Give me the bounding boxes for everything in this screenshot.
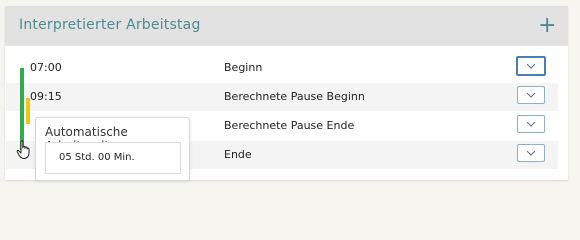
entry-label: Berechnete Pause Ende — [224, 119, 355, 132]
work-time-bar[interactable] — [20, 68, 24, 150]
entry-dropdown-button[interactable] — [517, 144, 545, 162]
entry-time: 09:15 — [30, 90, 62, 103]
add-entry-button[interactable]: + — [538, 12, 556, 40]
entry-label: Ende — [224, 148, 252, 161]
entry-label: Berechnete Pause Beginn — [224, 90, 365, 103]
plus-icon: + — [538, 13, 557, 38]
chevron-down-icon — [526, 147, 536, 156]
chevron-down-icon — [526, 89, 536, 98]
entry-dropdown-button[interactable] — [516, 56, 546, 76]
entry-row-pause-start: 09:15 Berechnete Pause Beginn — [6, 83, 558, 111]
chevron-down-icon — [526, 60, 536, 69]
tooltip-value-box: 05 Std. 00 Min. — [45, 142, 181, 174]
entry-dropdown-button[interactable] — [517, 86, 545, 104]
chevron-down-icon — [526, 118, 536, 127]
entry-label: Beginn — [224, 61, 263, 74]
entry-row-start: 07:00 Beginn — [6, 54, 558, 82]
hand-pointer-icon — [16, 140, 30, 159]
entry-time: 07:00 — [30, 61, 62, 74]
work-time-tooltip: Automatische Arbeitszeit 05 Std. 00 Min. — [35, 117, 190, 181]
tooltip-value: 05 Std. 00 Min. — [59, 152, 135, 163]
panel-header: Interpretierter Arbeitstag + — [5, 6, 568, 46]
pause-time-bar[interactable] — [26, 98, 30, 124]
panel-title: Interpretierter Arbeitstag — [19, 17, 201, 33]
entry-dropdown-button[interactable] — [517, 115, 545, 133]
